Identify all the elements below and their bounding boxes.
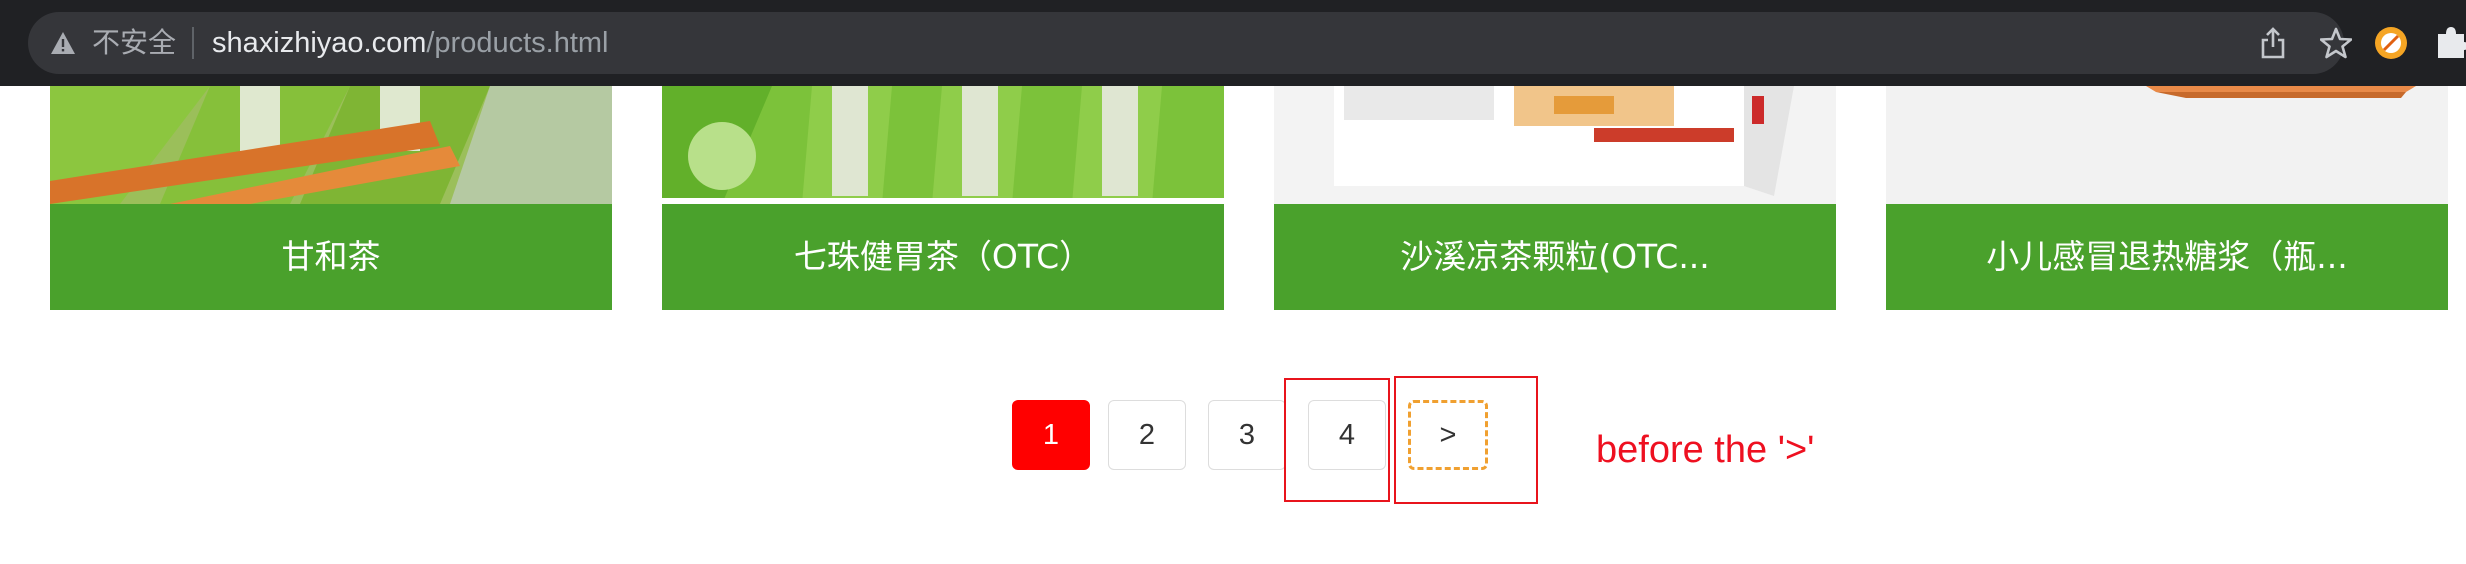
annotation-box-next bbox=[1394, 376, 1538, 504]
product-title[interactable]: 小儿感冒退热糖浆（瓶... bbox=[1886, 204, 2448, 310]
annotation-text: before the '>' bbox=[1596, 429, 1815, 471]
product-image[interactable] bbox=[50, 86, 612, 204]
not-secure-warning-icon[interactable] bbox=[50, 31, 76, 55]
product-title[interactable]: 甘和茶 bbox=[50, 204, 612, 310]
annotation-box-page-4 bbox=[1284, 378, 1390, 502]
divider bbox=[192, 27, 194, 59]
page-1-button[interactable]: 1 bbox=[1012, 400, 1090, 470]
browser-toolbar: 不安全 shaxizhiyao.com/products.html bbox=[0, 0, 2466, 86]
product-card[interactable]: 七珠健胃茶（OTC） bbox=[662, 86, 1224, 310]
address-bar[interactable]: 不安全 shaxizhiyao.com/products.html bbox=[28, 12, 2352, 74]
page-3-button[interactable]: 3 bbox=[1208, 400, 1286, 470]
url-path: /products.html bbox=[426, 27, 609, 59]
product-title[interactable]: 沙溪凉茶颗粒(OTC... bbox=[1274, 204, 1836, 310]
security-label[interactable]: 不安全 bbox=[92, 12, 176, 74]
extension-icon[interactable] bbox=[2374, 26, 2408, 60]
url-text[interactable]: shaxizhiyao.com/products.html bbox=[212, 12, 609, 74]
bookmark-star-icon[interactable] bbox=[2320, 27, 2352, 59]
page-2-button[interactable]: 2 bbox=[1108, 400, 1186, 470]
share-icon[interactable] bbox=[2260, 27, 2286, 59]
product-image[interactable] bbox=[662, 86, 1224, 204]
product-title[interactable]: 七珠健胃茶（OTC） bbox=[662, 204, 1224, 310]
product-card[interactable]: 甘和茶 bbox=[50, 86, 612, 310]
url-host: shaxizhiyao.com bbox=[212, 27, 427, 59]
product-card[interactable]: 小儿感冒退热糖浆（瓶... bbox=[1886, 86, 2448, 310]
product-image[interactable] bbox=[1274, 86, 1836, 204]
puzzle-icon[interactable] bbox=[2434, 24, 2466, 60]
product-image[interactable] bbox=[1886, 86, 2448, 204]
product-card[interactable]: 沙溪凉茶颗粒(OTC... bbox=[1274, 86, 1836, 310]
